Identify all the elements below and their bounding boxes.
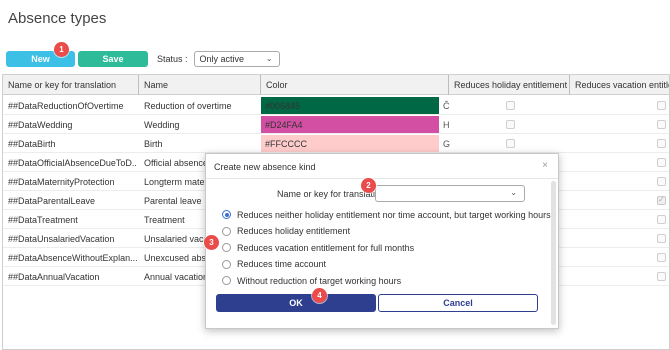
radio-button[interactable] bbox=[222, 226, 231, 236]
ok-button[interactable]: OK bbox=[216, 294, 376, 312]
holiday-checkbox[interactable] bbox=[506, 101, 515, 110]
row-color-swatch[interactable]: #FFCCCC bbox=[261, 135, 439, 152]
holiday-checkbox[interactable] bbox=[506, 120, 515, 129]
vacation-checkbox[interactable] bbox=[657, 234, 666, 243]
translation-key-select[interactable]: ⌄ bbox=[375, 185, 525, 202]
vacation-checkbox[interactable] bbox=[657, 195, 666, 205]
column-header-holiday[interactable]: Reduces holiday entitlement bbox=[449, 75, 570, 95]
holiday-checkbox[interactable] bbox=[506, 139, 515, 148]
row-color-swatch[interactable]: #006845 bbox=[261, 97, 439, 114]
vacation-checkbox[interactable] bbox=[657, 272, 666, 281]
step-badge-4: 4 bbox=[312, 288, 327, 303]
column-header-vacation[interactable]: Reduces vacation entitle bbox=[570, 75, 669, 95]
close-icon[interactable]: × bbox=[542, 160, 548, 171]
vacation-checkbox[interactable] bbox=[657, 177, 666, 186]
row-name: Birth bbox=[144, 138, 163, 149]
option-label: Reduces holiday entitlement bbox=[237, 226, 351, 236]
cancel-button[interactable]: Cancel bbox=[378, 294, 538, 312]
vacation-checkbox[interactable] bbox=[657, 253, 666, 262]
status-select-value: Only active bbox=[199, 54, 245, 64]
step-badge-1: 1 bbox=[54, 42, 69, 57]
row-name: Wedding bbox=[144, 119, 180, 130]
toolbar: New Save Status : Only active ⌄ bbox=[6, 51, 280, 67]
create-absence-kind-dialog: Create new absence kind × Name or key fo… bbox=[205, 153, 559, 329]
vacation-checkbox[interactable] bbox=[657, 158, 666, 167]
row-key: ##DataOfficialAbsenceDueToD... bbox=[8, 157, 137, 168]
absence-kind-option[interactable]: Reduces neither holiday entitlement nor … bbox=[222, 208, 551, 221]
row-key: ##DataAbsenceWithoutExplan... bbox=[8, 252, 137, 263]
row-clipped-text: Ĉ bbox=[443, 100, 450, 111]
absence-kind-option[interactable]: Without reduction of target working hour… bbox=[222, 274, 401, 287]
dialog-scrollbar[interactable] bbox=[551, 181, 556, 325]
radio-button[interactable] bbox=[222, 259, 231, 269]
radio-button[interactable] bbox=[222, 276, 231, 285]
status-select[interactable]: Only active ⌄ bbox=[193, 51, 280, 67]
chevron-down-icon: ⌄ bbox=[265, 54, 273, 63]
option-label: Without reduction of target working hour… bbox=[237, 275, 402, 286]
vacation-checkbox[interactable] bbox=[657, 139, 666, 148]
option-label: Reduces neither holiday entitlement nor … bbox=[237, 209, 551, 220]
vacation-checkbox[interactable] bbox=[657, 101, 666, 110]
row-key: ##DataUnsalariedVacation bbox=[8, 233, 115, 244]
row-color-swatch[interactable]: #D24FA4 bbox=[261, 116, 439, 133]
radio-button[interactable] bbox=[222, 210, 231, 219]
table-row[interactable]: ##DataBirth Birth #FFCCCC G bbox=[3, 134, 669, 153]
row-name: Reduction of overtime bbox=[144, 100, 232, 111]
step-badge-2: 2 bbox=[361, 178, 376, 193]
row-key: ##DataBirth bbox=[8, 138, 56, 149]
row-key: ##DataTreatment bbox=[8, 214, 78, 225]
radio-button[interactable] bbox=[222, 243, 231, 252]
column-header-key[interactable]: Name or key for translation bbox=[3, 75, 139, 95]
absence-kind-option[interactable]: Reduces vacation entitlement for full mo… bbox=[222, 241, 414, 254]
column-header-color[interactable]: Color bbox=[261, 75, 449, 95]
dialog-divider bbox=[206, 178, 558, 179]
page-title: Absence types bbox=[8, 10, 107, 27]
option-label: Reduces vacation entitlement for full mo… bbox=[237, 242, 415, 253]
row-key: ##DataReductionOfOvertime bbox=[8, 100, 124, 111]
row-key: ##DataWedding bbox=[8, 119, 73, 130]
table-row[interactable]: ##DataReductionOfOvertime Reduction of ov… bbox=[3, 96, 669, 115]
chevron-down-icon: ⌄ bbox=[510, 188, 517, 197]
dialog-title: Create new absence kind bbox=[214, 162, 316, 172]
vacation-checkbox[interactable] bbox=[657, 215, 666, 224]
absence-kind-option[interactable]: Reduces holiday entitlement bbox=[222, 225, 350, 238]
vacation-checkbox[interactable] bbox=[657, 120, 666, 129]
status-label: Status : bbox=[157, 54, 188, 64]
row-clipped-text: G bbox=[443, 138, 451, 149]
step-badge-3: 3 bbox=[204, 235, 219, 250]
table-row[interactable]: ##DataWedding Wedding #D24FA4 H bbox=[3, 115, 669, 134]
row-key: ##DataAnnualVacation bbox=[8, 271, 100, 282]
save-button[interactable]: Save bbox=[78, 51, 148, 67]
grid-header: Name or key for translation Name Color R… bbox=[3, 75, 669, 95]
absence-kind-option[interactable]: Reduces time account bbox=[222, 258, 326, 271]
column-header-name[interactable]: Name bbox=[139, 75, 261, 95]
row-key: ##DataMaternityProtection bbox=[8, 176, 115, 187]
option-label: Reduces time account bbox=[237, 259, 327, 269]
row-clipped-text: H bbox=[443, 119, 450, 130]
row-key: ##DataParentalLeave bbox=[8, 195, 96, 206]
